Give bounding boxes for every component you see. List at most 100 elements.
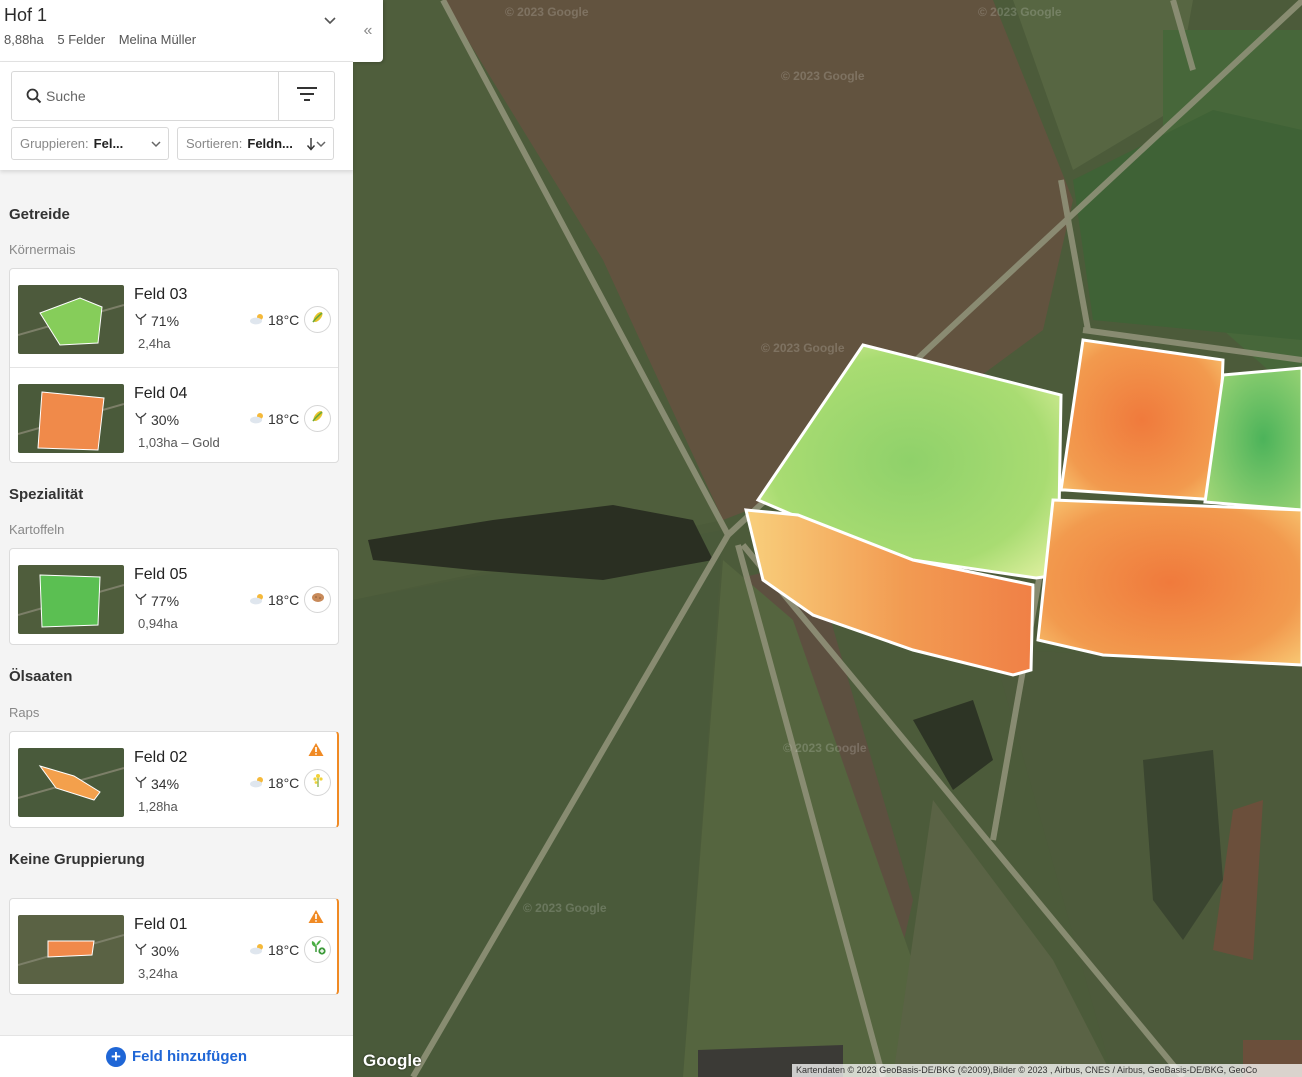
map-watermark: © 2023 Google [978, 5, 1062, 19]
field-card: Feld 05 77% 0,94ha 18°C [9, 548, 339, 645]
temperature-value: 18°C [268, 312, 300, 328]
moisture-value: 30% [151, 411, 180, 428]
field-card: Feld 01 30% 3,24ha 18°C [9, 898, 339, 995]
filter-icon [296, 86, 318, 107]
search-input[interactable] [12, 72, 278, 120]
field-item[interactable]: Feld 02 34% 1,28ha 18°C [10, 732, 337, 829]
field-area: 1,03ha – Gold [138, 435, 220, 450]
group-subtitle: Raps [9, 705, 40, 720]
add-field-button[interactable]: + Feld hinzufügen [0, 1035, 353, 1077]
temperature-value: 18°C [268, 775, 300, 791]
seedling-add-icon [309, 938, 327, 961]
weather: 18°C [248, 775, 299, 791]
corn-icon [310, 408, 326, 429]
farm-meta: 8,88ha 5 Felder Melina Müller [4, 32, 206, 47]
weather: 18°C [248, 312, 299, 328]
field-card: Feld 02 34% 1,28ha 18°C [9, 731, 339, 828]
group-subtitle: Kartoffeln [9, 522, 65, 537]
sprout-icon [134, 942, 148, 959]
collapse-sidebar-button[interactable]: « [353, 0, 383, 62]
map-watermark: © 2023 Google [761, 341, 845, 355]
filter-button[interactable] [278, 72, 334, 120]
satellite-map[interactable]: © 2023 Google © 2023 Google © 2023 Googl… [353, 0, 1302, 1077]
group-subtitle: Körnermais [9, 242, 76, 257]
soil-moisture: 30% [134, 942, 179, 959]
moisture-value: 71% [151, 312, 180, 329]
map-watermark: © 2023 Google [781, 69, 865, 83]
map-watermark: © 2023 Google [523, 901, 607, 915]
soil-moisture: 30% [134, 411, 179, 428]
google-logo: Google [363, 1051, 422, 1070]
field-thumbnail [18, 285, 124, 354]
plus-circle-icon: + [106, 1046, 126, 1067]
sprout-icon [134, 775, 148, 792]
warning-icon[interactable] [308, 742, 324, 762]
warning-icon[interactable] [308, 909, 324, 929]
filter-panel: Gruppieren: Fel... Sortieren: Feldn... [0, 62, 353, 170]
sprout-icon [134, 592, 148, 609]
chevron-down-icon[interactable] [323, 14, 337, 33]
partly-cloudy-icon [248, 775, 266, 791]
field-thumbnail [18, 748, 124, 817]
soil-moisture: 34% [134, 775, 179, 792]
field-item[interactable]: Feld 01 30% 3,24ha 18°C [10, 899, 337, 996]
group-title: Getreide [9, 206, 70, 223]
sprout-icon [134, 411, 148, 428]
field-area: 3,24ha [138, 966, 178, 981]
crop-badge[interactable] [304, 586, 331, 613]
group-by-select[interactable]: Gruppieren: Fel... [11, 127, 169, 160]
field-thumbnail [18, 915, 124, 984]
group-title: Keine Gruppierung [9, 851, 145, 868]
farm-field-count: 5 Felder [57, 32, 106, 47]
field-name: Feld 04 [134, 385, 188, 402]
group-title: Spezialität [9, 486, 84, 503]
temperature-value: 18°C [268, 411, 300, 427]
chevron-down-icon [150, 138, 162, 153]
crop-badge[interactable] [304, 936, 331, 963]
sort-by-value: Feldn... [247, 136, 293, 151]
farm-title: Hof 1 [4, 5, 48, 25]
partly-cloudy-icon [248, 592, 266, 608]
map-attribution: Kartendaten © 2023 GeoBasis-DE/BKG (©200… [792, 1064, 1302, 1077]
soil-moisture: 77% [134, 592, 179, 609]
sort-by-label: Sortieren: [186, 136, 243, 151]
rapeseed-icon [310, 772, 326, 793]
search-bar [11, 71, 335, 121]
field-item[interactable]: Feld 04 30% 1,03ha – Gold 18°C [10, 367, 338, 464]
sprout-icon [134, 312, 148, 329]
crop-badge[interactable] [304, 769, 331, 796]
field-name: Feld 03 [134, 286, 188, 303]
sidebar: Hof 1 8,88ha 5 Felder Melina Müller Grup… [0, 0, 353, 1077]
field-name: Feld 05 [134, 566, 188, 583]
field-area: 2,4ha [138, 336, 171, 351]
farm-selector[interactable]: Hof 1 8,88ha 5 Felder Melina Müller [0, 0, 353, 62]
field-area: 1,28ha [138, 799, 178, 814]
group-by-label: Gruppieren: [20, 136, 89, 151]
field-name: Feld 02 [134, 749, 188, 766]
partly-cloudy-icon [248, 942, 266, 958]
field-thumbnail [18, 384, 124, 453]
moisture-value: 30% [151, 942, 180, 959]
field-name: Feld 01 [134, 916, 188, 933]
partly-cloudy-icon [248, 312, 266, 328]
field-item[interactable]: Feld 03 71% 2,4ha 18°C [10, 269, 338, 366]
crop-badge[interactable] [304, 405, 331, 432]
field-thumbnail [18, 565, 124, 634]
sort-by-select[interactable]: Sortieren: Feldn... [177, 127, 334, 160]
double-chevron-left-icon: « [363, 22, 373, 39]
field-list: Getreide Körnermais Feld 03 71% 2,4ha 18°C Fel… [0, 170, 353, 1035]
map-watermark: © 2023 Google [505, 5, 589, 19]
add-field-label: Feld hinzufügen [132, 1048, 247, 1065]
weather: 18°C [248, 411, 299, 427]
group-title: Ölsaaten [9, 668, 73, 685]
crop-badge[interactable] [304, 306, 331, 333]
chevron-down-icon [315, 138, 327, 153]
moisture-value: 34% [151, 775, 180, 792]
field-area: 0,94ha [138, 616, 178, 631]
partly-cloudy-icon [248, 411, 266, 427]
moisture-value: 77% [151, 592, 180, 609]
field-item[interactable]: Feld 05 77% 0,94ha 18°C [10, 549, 338, 646]
map-watermark: © 2023 Google [783, 741, 867, 755]
soil-moisture: 71% [134, 312, 179, 329]
weather: 18°C [248, 942, 299, 958]
